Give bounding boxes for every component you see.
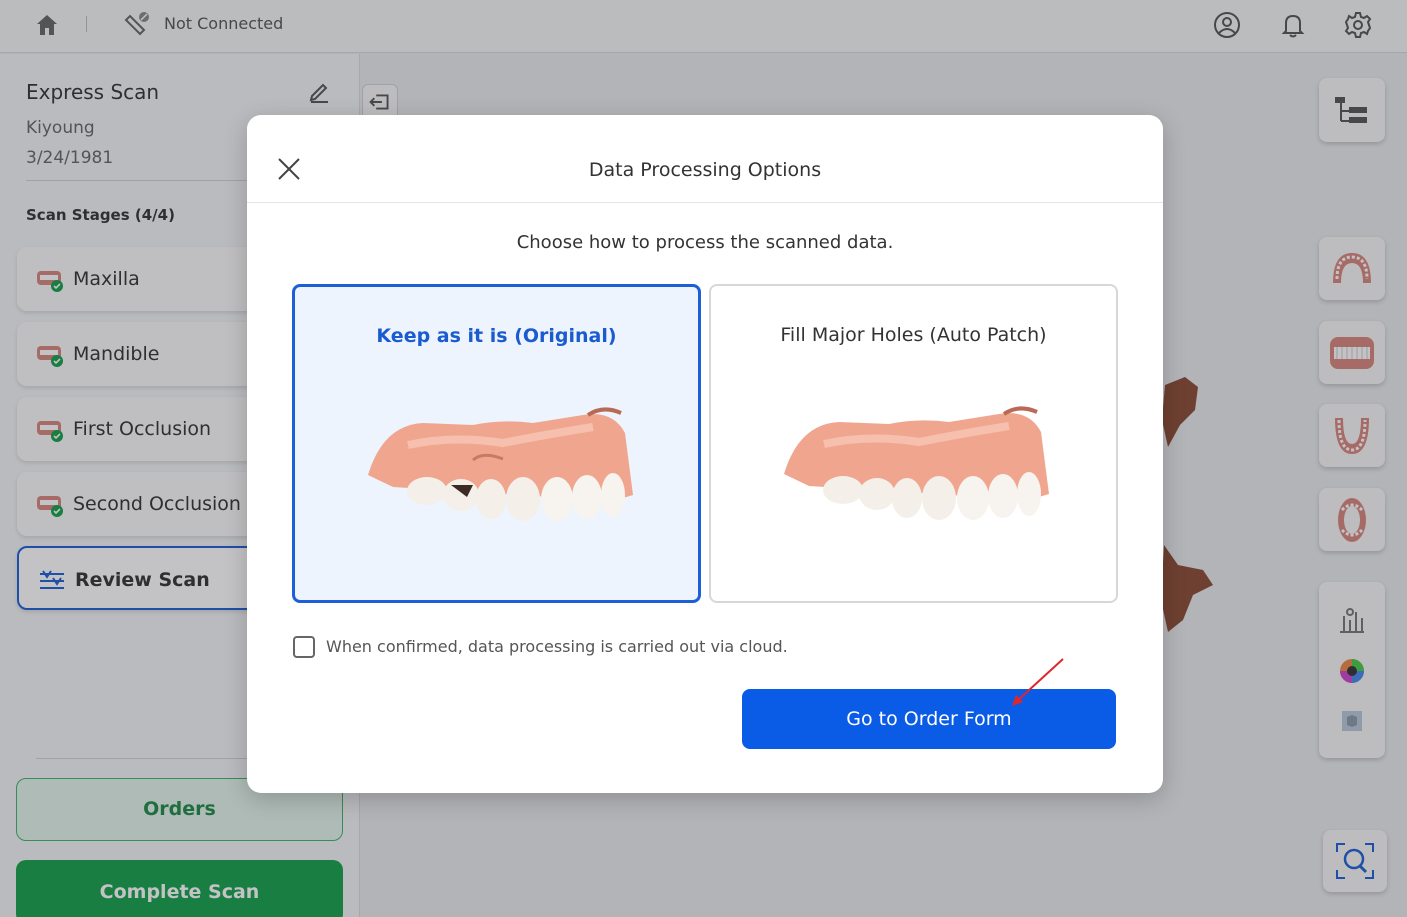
- auto-patch-scan-image: [784, 406, 1049, 520]
- divider: [247, 202, 1163, 203]
- option-keep-original[interactable]: Keep as it is (Original): [292, 284, 701, 603]
- option-label: Fill Major Holes (Auto Patch): [780, 324, 1047, 346]
- cloud-processing-label: When confirmed, data processing is carri…: [326, 637, 788, 656]
- option-auto-patch[interactable]: Fill Major Holes (Auto Patch): [709, 284, 1118, 603]
- original-scan-image: [368, 407, 633, 521]
- dialog-title: Data Processing Options: [588, 159, 822, 181]
- annotation-arrow: [1012, 658, 1064, 706]
- dialog-subtitle: Choose how to process the scanned data.: [516, 232, 894, 253]
- option-label: Keep as it is (Original): [376, 325, 617, 347]
- cloud-processing-checkbox[interactable]: [293, 636, 315, 658]
